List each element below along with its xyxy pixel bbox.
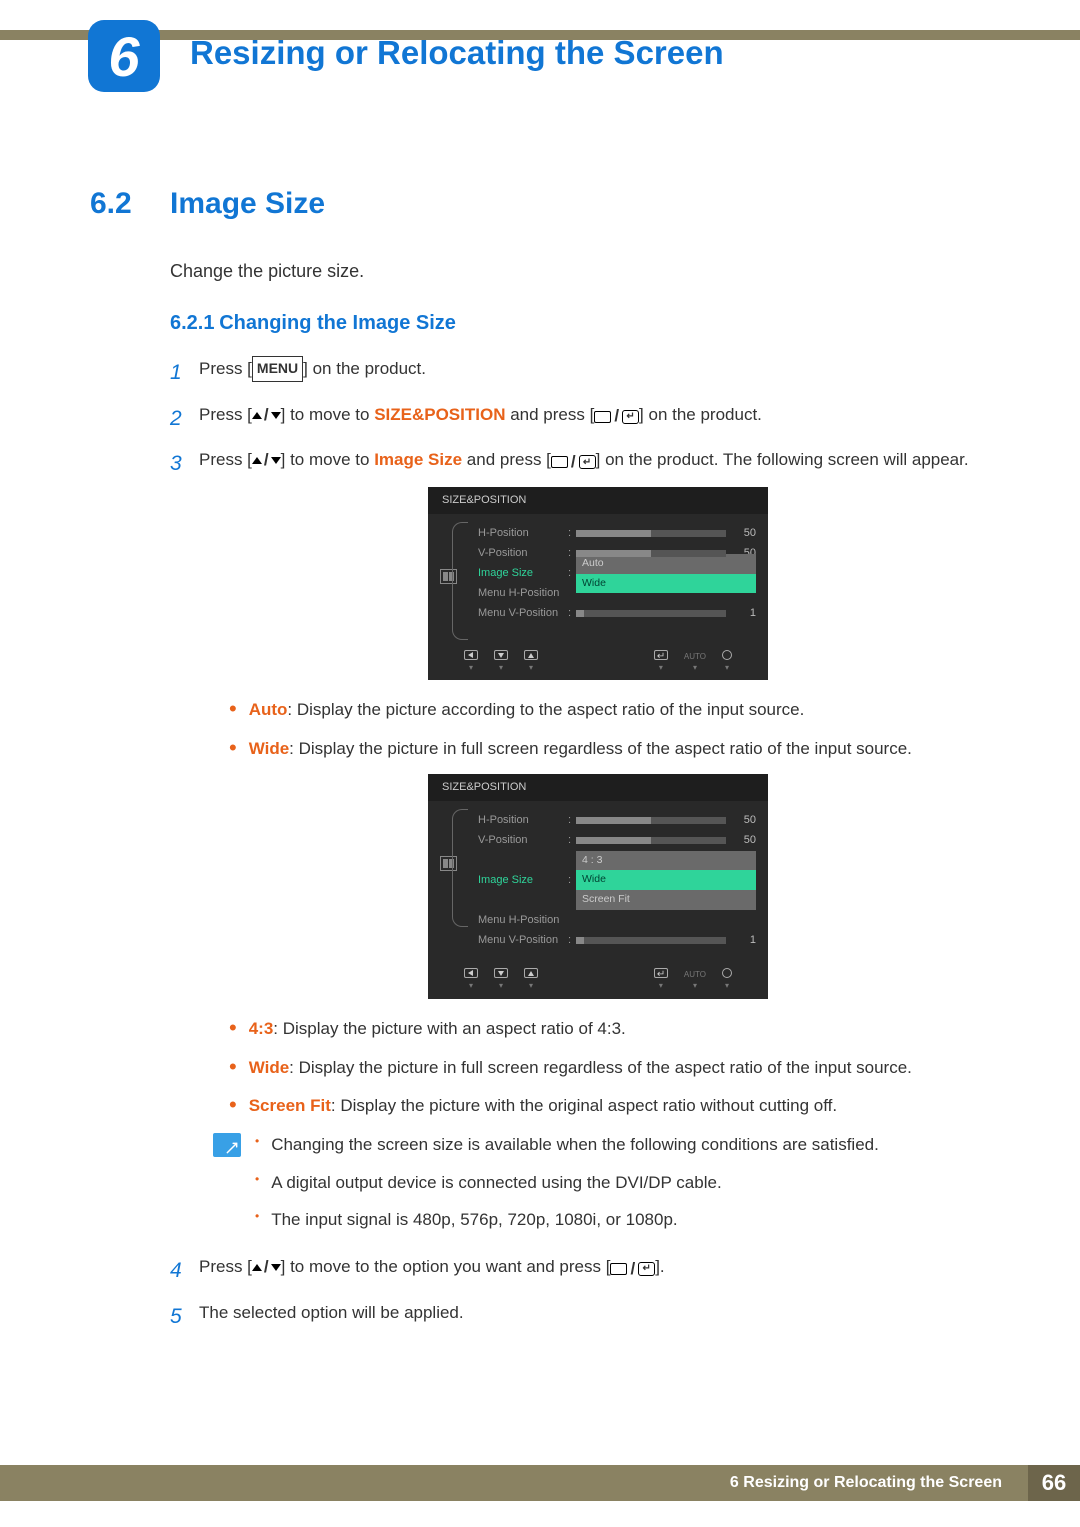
chapter-title: Resizing or Relocating the Screen — [190, 34, 724, 72]
page-number: 66 — [1042, 1470, 1066, 1496]
section-number: 6.2 — [90, 187, 150, 221]
steps-list: 1 Press [MENU] on the product. 2 Press [… — [170, 355, 985, 1334]
target-label: Image Size — [374, 450, 462, 469]
osd-title: SIZE&POSITION — [428, 774, 768, 801]
step-number: 2 — [170, 401, 185, 437]
osd-bracket-decoration — [452, 809, 468, 927]
osd-row-menuhpos: Menu H-Position — [478, 910, 756, 930]
source-enter-icon: /↵ — [594, 402, 639, 431]
page-content: 6.2 Image Size Change the picture size. … — [90, 187, 985, 1344]
osd-enter-icon: ▾ — [654, 968, 668, 993]
step-number: 4 — [170, 1253, 185, 1289]
osd-row-imagesize: Image Size:AutoWide — [478, 564, 756, 584]
osd-screenshot-2: SIZE&POSITION H-Position:50 V-Position:5… — [211, 774, 985, 999]
osd-row-menuvpos: Menu V-Position:1 — [478, 930, 756, 950]
step-text: Press [MENU] on the product. — [199, 355, 985, 391]
osd-bracket-decoration — [452, 522, 468, 640]
subsection-number: 6.2.1 — [170, 312, 214, 334]
osd-auto-icon: AUTO▾ — [684, 968, 706, 993]
osd-screenshot-1: SIZE&POSITION H-Position:50 V-Position:5… — [211, 487, 985, 680]
step-number: 1 — [170, 355, 185, 391]
step-2: 2 Press [/] to move to SIZE&POSITION and… — [170, 401, 985, 437]
source-enter-icon: /↵ — [551, 448, 596, 477]
osd-up-icon: ▾ — [524, 968, 538, 993]
osd-enter-icon: ▾ — [654, 650, 668, 675]
osd-auto-icon: AUTO▾ — [684, 650, 706, 675]
chapter-number: 6 — [108, 24, 139, 89]
step-5: 5 The selected option will be applied. — [170, 1299, 985, 1335]
osd-power-icon: ▾ — [722, 650, 732, 675]
osd-back-icon: ▾ — [464, 968, 478, 993]
info-icon — [213, 1133, 241, 1157]
section-heading: 6.2 Image Size — [90, 187, 985, 221]
step-text: The selected option will be applied. — [199, 1299, 985, 1335]
subsection-heading: 6.2.1 Changing the Image Size — [170, 312, 985, 335]
step-number: 5 — [170, 1299, 185, 1335]
step-4: 4 Press [/] to move to the option you wa… — [170, 1253, 985, 1289]
note-item: •Changing the screen size is available w… — [255, 1131, 985, 1158]
bullet-screenfit: •Screen Fit: Display the picture with th… — [229, 1092, 985, 1121]
bullet-43: •4:3: Display the picture with an aspect… — [229, 1015, 985, 1044]
bullet-wide: •Wide: Display the picture in full scree… — [229, 735, 985, 764]
osd-row-hposition: H-Position:50 — [478, 524, 756, 544]
osd-row-menuvpos: Menu V-Position:1 — [478, 604, 756, 624]
note-item: •A digital output device is connected us… — [255, 1169, 985, 1196]
osd-row-hposition: H-Position:50 — [478, 811, 756, 831]
osd-down-icon: ▾ — [494, 968, 508, 993]
note-block: •Changing the screen size is available w… — [213, 1131, 985, 1243]
source-enter-icon: /↵ — [610, 1255, 655, 1284]
step-3: 3 Press [/] to move to Image Size and pr… — [170, 446, 985, 1243]
osd-back-icon: ▾ — [464, 650, 478, 675]
up-down-icon: / — [252, 1253, 281, 1282]
step-text: Press [/] to move to SIZE&POSITION and p… — [199, 401, 985, 437]
osd-up-icon: ▾ — [524, 650, 538, 675]
chapter-badge: 6 — [88, 20, 160, 92]
osd-down-icon: ▾ — [494, 650, 508, 675]
step-text: Press [/] to move to the option you want… — [199, 1253, 985, 1289]
bullet-list-2: •4:3: Display the picture with an aspect… — [229, 1015, 985, 1122]
bullet-wide: •Wide: Display the picture in full scree… — [229, 1054, 985, 1083]
target-label: SIZE&POSITION — [374, 405, 505, 424]
bullet-list-1: •Auto: Display the picture according to … — [229, 696, 985, 764]
step-text: Press [/] to move to Image Size and pres… — [199, 446, 985, 1243]
osd-row-imagesize: Image Size:4 : 3WideScreen Fit — [478, 851, 756, 911]
page-footer: 6 Resizing or Relocating the Screen 66 — [0, 1465, 1080, 1501]
up-down-icon: / — [252, 401, 281, 430]
menu-button-icon: MENU — [252, 356, 303, 382]
bullet-auto: •Auto: Display the picture according to … — [229, 696, 985, 725]
osd-row-vposition: V-Position:50 — [478, 831, 756, 851]
osd-footer: ▾ ▾ ▾ ▾ AUTO▾ ▾ — [428, 962, 768, 995]
step-1: 1 Press [MENU] on the product. — [170, 355, 985, 391]
footer-text: 6 Resizing or Relocating the Screen — [730, 1474, 1002, 1492]
section-title: Image Size — [170, 187, 325, 221]
step-number: 3 — [170, 446, 185, 1243]
section-intro: Change the picture size. — [170, 261, 985, 282]
up-down-icon: / — [252, 446, 281, 475]
note-item: •The input signal is 480p, 576p, 720p, 1… — [255, 1206, 985, 1233]
osd-title: SIZE&POSITION — [428, 487, 768, 514]
subsection-title: Changing the Image Size — [219, 312, 456, 334]
osd-power-icon: ▾ — [722, 968, 732, 993]
osd-footer: ▾ ▾ ▾ ▾ AUTO▾ ▾ — [428, 644, 768, 677]
